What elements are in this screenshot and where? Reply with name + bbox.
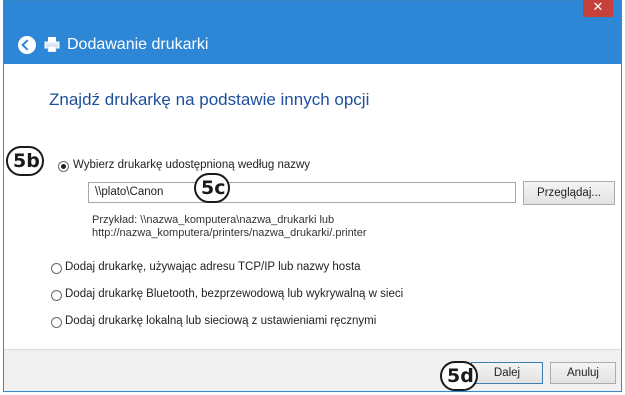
back-arrow-icon[interactable] [18,36,36,54]
wizard-content: Znajdź drukarkę na podstawie innych opcj… [4,64,621,349]
page-heading: Znajdź drukarkę na podstawie innych opcj… [49,90,370,109]
wizard-header: Dodawanie drukarki [4,26,621,64]
radio-bluetooth[interactable] [51,290,62,301]
title-bar: ✕ [4,0,621,26]
option-share-by-name-label[interactable]: Wybierz drukarkę udostępnioną według naz… [73,159,310,171]
example-line-2: http://nazwa_komputera/printers/nazwa_dr… [92,227,367,239]
option-tcpip-label[interactable]: Dodaj drukarkę, używając adresu TCP/IP l… [65,261,361,273]
printer-name-input[interactable]: \\plato\Canon [88,182,516,203]
example-text: Przykład: \\nazwa_komputera\nazwa_drukar… [92,214,367,240]
option-local-manual-label[interactable]: Dodaj drukarkę lokalną lub sieciową z us… [65,315,376,327]
next-button[interactable]: Dalej [471,362,543,384]
radio-tcpip[interactable] [51,263,62,274]
callout-5b: 5b [6,146,44,176]
callout-5c: 5c [194,173,230,203]
add-printer-window: ✕ Dodawanie drukarki Znajdź drukarkę na … [3,0,622,392]
browse-button[interactable]: Przeglądaj... [523,181,615,205]
option-bluetooth-label[interactable]: Dodaj drukarkę Bluetooth, bezprzewodową … [65,288,403,300]
cancel-button[interactable]: Anuluj [550,362,616,384]
window-title: Dodawanie drukarki [67,36,209,53]
example-line-1: Przykład: \\nazwa_komputera\nazwa_drukar… [92,214,335,226]
callout-5d: 5d [440,361,478,391]
wizard-footer: Dalej Anuluj [4,349,621,391]
printer-icon [44,37,60,52]
close-button[interactable]: ✕ [583,0,613,17]
radio-share-by-name[interactable] [58,161,69,172]
radio-local-manual[interactable] [51,317,62,328]
